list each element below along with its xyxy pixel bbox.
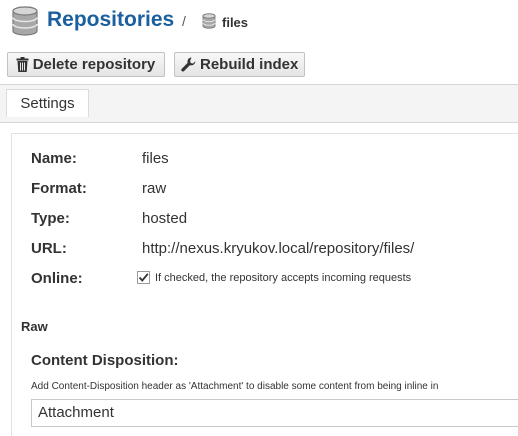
tab-bar: Settings	[0, 85, 518, 123]
content-disposition-label: Content Disposition:	[31, 352, 179, 369]
content-disposition-select[interactable]: Attachment	[31, 399, 518, 427]
database-icon	[12, 6, 38, 36]
delete-repository-label: Delete repository	[32, 56, 156, 73]
breadcrumb-repositories-link[interactable]: Repositories	[47, 8, 174, 32]
name-label: Name:	[31, 150, 77, 167]
url-value: http://nexus.kryukov.local/repository/fi…	[142, 240, 415, 257]
checkmark-icon	[138, 273, 149, 282]
divider	[0, 122, 518, 123]
url-label: URL:	[31, 240, 67, 257]
format-value: raw	[142, 180, 167, 197]
type-value: hosted	[142, 210, 188, 227]
database-icon	[202, 13, 216, 29]
raw-section-title: Raw	[21, 319, 48, 334]
online-label: Online:	[31, 270, 83, 287]
online-checkbox[interactable]	[137, 271, 150, 284]
trash-icon	[16, 57, 29, 72]
content-disposition-value: Attachment	[38, 404, 114, 421]
breadcrumb: Repositories / files	[0, 0, 518, 44]
online-help-text: If checked, the repository accepts incom…	[155, 272, 412, 284]
rebuild-index-label: Rebuild index	[200, 56, 299, 73]
delete-repository-button[interactable]: Delete repository	[7, 52, 165, 77]
breadcrumb-separator: /	[182, 13, 186, 29]
format-label: Format:	[31, 180, 87, 197]
breadcrumb-current: files	[222, 15, 249, 30]
type-label: Type:	[31, 210, 70, 227]
name-value: files	[142, 150, 169, 167]
wrench-icon	[181, 57, 196, 72]
tab-settings[interactable]: Settings	[6, 89, 89, 117]
content-disposition-help: Add Content-Disposition header as 'Attac…	[31, 381, 439, 392]
rebuild-index-button[interactable]: Rebuild index	[174, 52, 305, 77]
toolbar: Delete repository Rebuild index	[0, 48, 518, 84]
